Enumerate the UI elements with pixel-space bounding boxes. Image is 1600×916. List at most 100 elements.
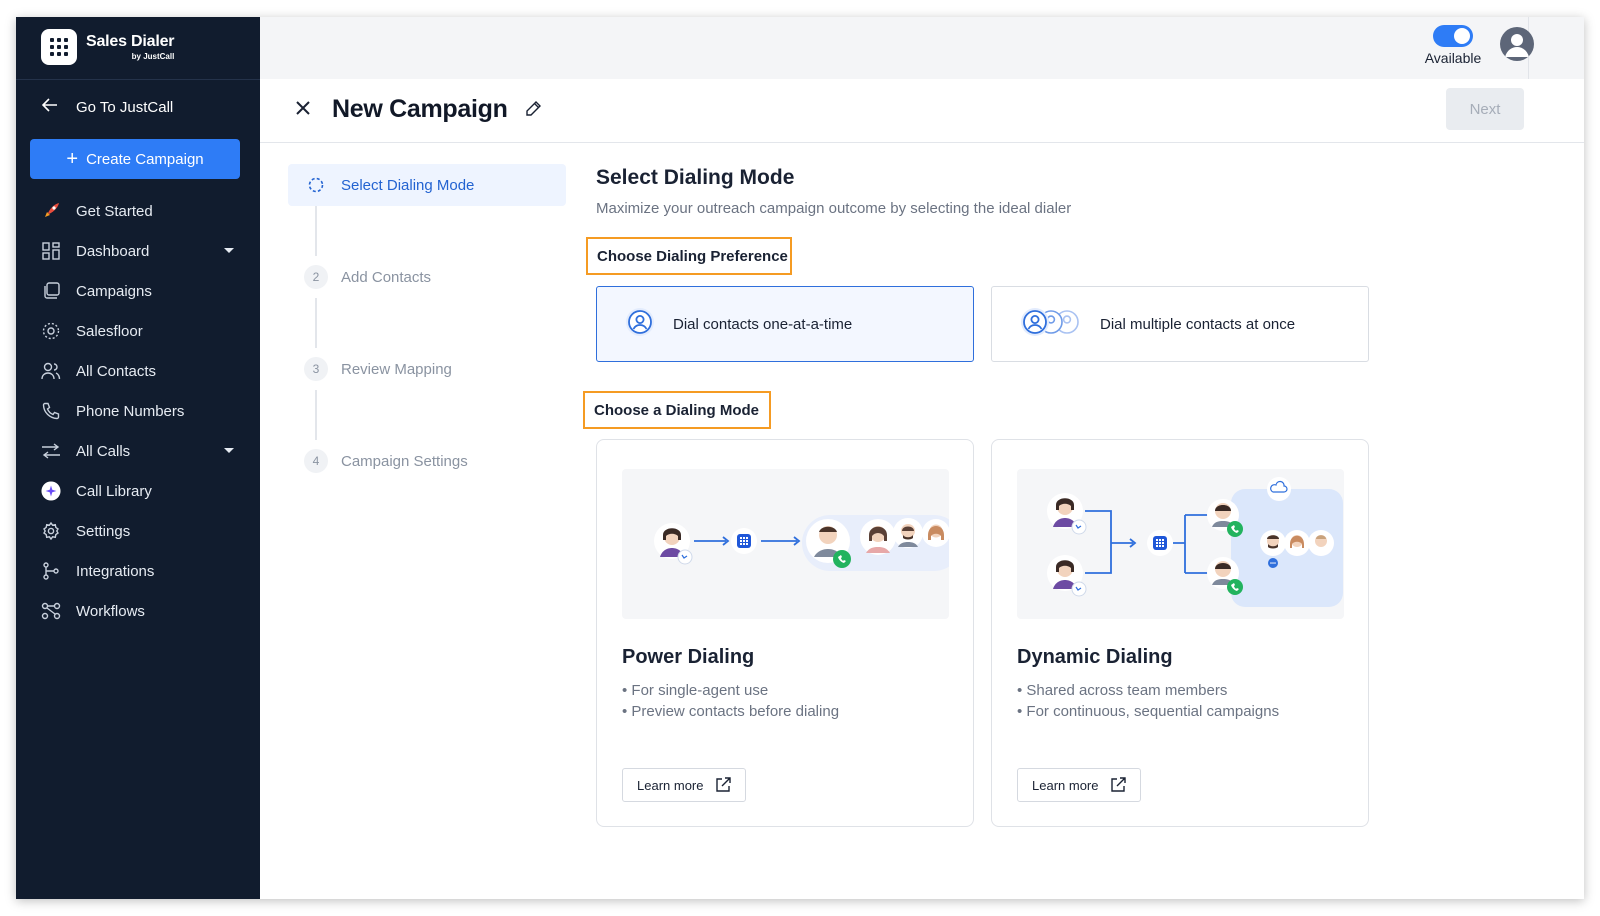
sidebar-item-label: Campaigns — [76, 282, 152, 300]
sidebar-item-label: Settings — [76, 522, 131, 540]
top-bar: Available — [260, 17, 1584, 79]
sidebar-item-settings[interactable]: Settings — [16, 511, 260, 551]
rocket-icon — [41, 201, 61, 221]
step-connector — [315, 206, 317, 256]
sidebar-item-label: All Contacts — [76, 362, 157, 380]
dynamic-dialing-illustration — [1017, 469, 1344, 619]
sidebar-item-all-contacts[interactable]: All Contacts — [16, 351, 260, 391]
dialing-mode-heading: Choose a Dialing Mode — [583, 391, 771, 429]
sidebar-item-workflows[interactable]: Workflows — [16, 591, 260, 631]
mode-bullet: • For continuous, sequential campaigns — [1017, 703, 1280, 720]
section-subtitle: Maximize your outreach campaign outcome … — [596, 200, 1072, 217]
sidebar-item-dashboard[interactable]: Dashboard — [16, 231, 260, 271]
user-avatar-icon[interactable] — [1500, 27, 1534, 61]
brand-subtitle: by JustCall — [131, 51, 175, 61]
mode-bullet: • Preview contacts before dialing — [622, 703, 840, 720]
mode-card-dynamic-dialing[interactable]: Dynamic Dialing • Shared across team mem… — [991, 439, 1369, 827]
call-library-icon — [41, 481, 61, 501]
pref-card-multiple-at-once[interactable]: Dial multiple contacts at once — [991, 286, 1369, 362]
learn-more-label: Learn more — [1032, 777, 1099, 793]
learn-more-button[interactable]: Learn more — [622, 768, 747, 802]
step-label: Select Dialing Mode — [341, 176, 475, 194]
external-link-icon — [1110, 777, 1127, 793]
pref-label: Dial contacts one-at-a-time — [673, 315, 853, 333]
caret-down-icon — [224, 448, 234, 453]
workflows-icon — [41, 601, 61, 621]
step-review-mapping[interactable]: 3 Review Mapping — [304, 357, 452, 381]
sidebar-item-label: Call Library — [76, 482, 152, 500]
in-progress-icon — [304, 173, 328, 197]
sidebar-item-call-library[interactable]: Call Library — [16, 471, 260, 511]
mode-bullets: • For single-agent use • Preview contact… — [622, 680, 839, 722]
close-icon[interactable] — [294, 99, 312, 117]
mode-card-power-dialing[interactable]: Power Dialing • For single-agent use • P… — [596, 439, 974, 827]
pref-card-one-at-a-time[interactable]: Dial contacts one-at-a-time — [596, 286, 974, 362]
brand[interactable]: Sales Dialer by JustCall — [41, 29, 175, 65]
external-link-icon — [715, 777, 732, 793]
step-label: Campaign Settings — [341, 452, 468, 470]
page-title: New Campaign — [332, 95, 508, 123]
sidebar-item-label: Workflows — [76, 602, 145, 620]
create-campaign-button[interactable]: + Create Campaign — [30, 139, 240, 179]
sidebar-item-label: Phone Numbers — [76, 402, 185, 420]
sidebar-item-label: Integrations — [76, 562, 155, 580]
go-to-justcall-label: Go To JustCall — [76, 98, 174, 116]
pref-label: Dial multiple contacts at once — [1100, 315, 1296, 333]
mode-bullets: • Shared across team members • For conti… — [1017, 680, 1279, 722]
step-label: Add Contacts — [341, 268, 432, 286]
app-window: Sales Dialer by JustCall Go To JustCall … — [16, 17, 1584, 899]
sidebar-item-label: All Calls — [76, 442, 131, 460]
sidebar-item-phone-numbers[interactable]: Phone Numbers — [16, 391, 260, 431]
sidebar-item-label: Salesfloor — [76, 322, 143, 340]
create-campaign-label: Create Campaign — [86, 150, 204, 168]
power-dialing-illustration — [622, 469, 949, 619]
step-number: 2 — [304, 265, 328, 289]
step-connector — [315, 390, 317, 440]
step-connector — [315, 298, 317, 348]
caret-down-icon — [224, 248, 234, 253]
sidebar-item-get-started[interactable]: Get Started — [16, 191, 260, 231]
arrow-left-icon — [41, 97, 58, 117]
calls-icon — [41, 441, 61, 461]
learn-more-button[interactable]: Learn more — [1017, 768, 1142, 802]
next-button[interactable]: Next — [1446, 88, 1524, 130]
section-title: Select Dialing Mode — [596, 166, 795, 189]
dialpad-logo-icon — [41, 29, 77, 65]
sidebar-item-all-calls[interactable]: All Calls — [16, 431, 260, 471]
step-campaign-settings[interactable]: 4 Campaign Settings — [304, 449, 468, 473]
sidebar-item-label: Get Started — [76, 202, 153, 220]
page-header: New Campaign Next — [260, 79, 1584, 143]
dashboard-icon — [41, 241, 61, 261]
sidebar-item-integrations[interactable]: Integrations — [16, 551, 260, 591]
contacts-icon — [41, 361, 61, 381]
mode-title: Power Dialing — [622, 646, 755, 668]
integrations-icon — [41, 561, 61, 581]
step-label: Review Mapping — [341, 360, 452, 378]
dialing-preference-heading: Choose Dialing Preference — [586, 237, 792, 275]
step-number: 4 — [304, 449, 328, 473]
plus-icon: + — [66, 148, 79, 170]
settings-icon — [41, 521, 61, 541]
step-number: 3 — [304, 357, 328, 381]
salesfloor-icon — [41, 321, 61, 341]
sidebar-item-label: Dashboard — [76, 242, 150, 260]
availability-toggle[interactable] — [1433, 25, 1473, 47]
sidebar-item-campaigns[interactable]: Campaigns — [16, 271, 260, 311]
go-to-justcall-link[interactable]: Go To JustCall — [41, 97, 174, 117]
mode-bullet: • For single-agent use — [622, 682, 769, 699]
brand-name: Sales Dialer — [86, 32, 175, 50]
sidebar-item-salesfloor[interactable]: Salesfloor — [16, 311, 260, 351]
phone-icon — [41, 401, 61, 421]
multiple-users-icon — [1020, 307, 1082, 341]
sidebar-divider — [16, 79, 260, 80]
campaigns-icon — [41, 281, 61, 301]
step-add-contacts[interactable]: 2 Add Contacts — [304, 265, 431, 289]
step-select-dialing-mode[interactable]: Select Dialing Mode — [304, 173, 474, 197]
learn-more-label: Learn more — [637, 777, 704, 793]
mode-title: Dynamic Dialing — [1017, 646, 1173, 668]
single-user-icon — [625, 307, 655, 341]
sidebar: Sales Dialer by JustCall Go To JustCall … — [16, 17, 260, 899]
pencil-icon[interactable] — [524, 100, 542, 118]
mode-bullet: • Shared across team members — [1017, 682, 1228, 699]
sidebar-nav: Get Started Dashboard Campaigns Salesflo… — [16, 191, 260, 631]
